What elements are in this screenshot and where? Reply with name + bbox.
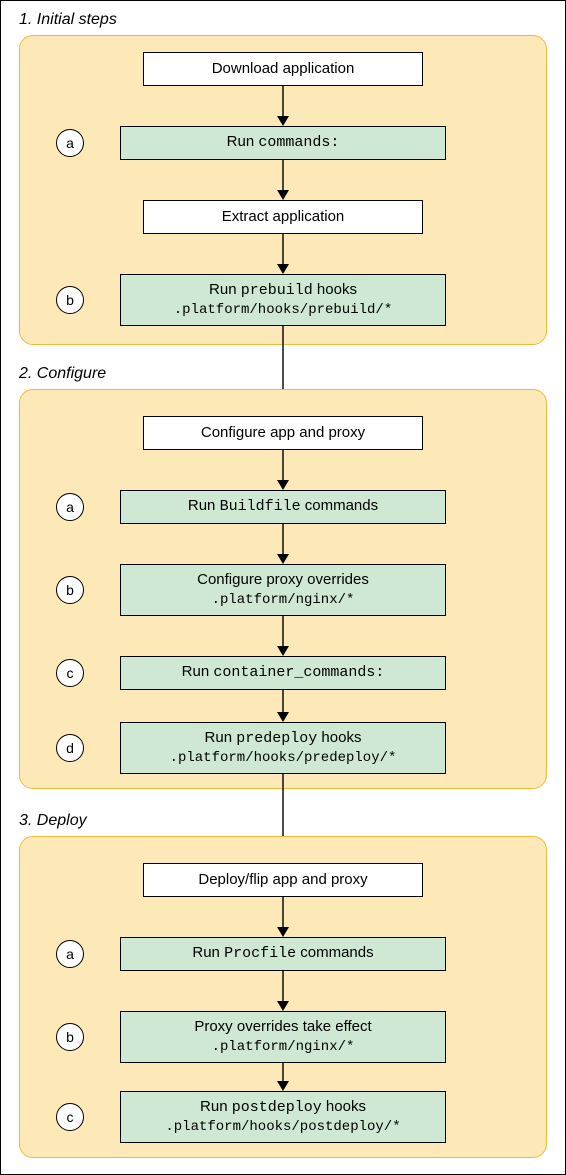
arrow-icon [282,971,284,1011]
box-text: Run container_commands: [182,662,385,683]
box-text: Extract application [222,207,345,227]
box-text: Run predeploy hooks [205,728,362,749]
box-text: Run commands: [227,132,340,153]
step-letter: b [56,1023,84,1051]
box-subtext: .platform/nginx/* [212,1038,355,1057]
arrow-icon [282,450,284,490]
box-text: Run postdeploy hooks [200,1097,366,1118]
arrow-icon [282,1063,284,1091]
section-3: Deploy/flip app and proxy a Run Procfile… [19,836,547,1158]
arrow-icon [282,897,284,937]
step-letter: a [56,940,84,968]
box-subtext: .platform/hooks/predeploy/* [170,749,397,768]
box-text: Run prebuild hooks [209,280,357,301]
arrow-icon [282,616,284,656]
box-container-commands: Run container_commands: [120,656,446,690]
box-buildfile-commands: Run Buildfile commands [120,490,446,524]
box-text: Deploy/flip app and proxy [198,870,367,890]
section-3-title: 3. Deploy [19,812,87,830]
box-proxy-effect: Proxy overrides take effect .platform/ng… [120,1011,446,1063]
box-subtext: .platform/hooks/postdeploy/* [165,1118,400,1137]
step-letter: b [56,286,84,314]
box-deploy-flip: Deploy/flip app and proxy [143,863,423,897]
box-text: Configure app and proxy [201,423,365,443]
box-subtext: .platform/hooks/prebuild/* [174,301,392,320]
diagram-canvas: 1. Initial steps Download application a … [0,0,566,1175]
box-run-commands: Run commands: [120,126,446,160]
box-postdeploy-hooks: Run postdeploy hooks .platform/hooks/pos… [120,1091,446,1143]
arrow-icon [282,86,284,126]
arrow-icon [282,234,284,274]
box-text: Run Buildfile commands [188,496,378,517]
box-download-application: Download application [143,52,423,86]
arrow-icon [282,160,284,200]
box-text: Download application [212,59,355,79]
section-2: Configure app and proxy a Run Buildfile … [19,389,547,789]
box-text: Proxy overrides take effect [194,1017,371,1037]
box-procfile-commands: Run Procfile commands [120,937,446,971]
box-predeploy-hooks: Run predeploy hooks .platform/hooks/pred… [120,722,446,774]
step-letter: b [56,576,84,604]
step-letter: c [56,1103,84,1131]
box-text: Configure proxy overrides [197,570,369,590]
arrow-icon [282,524,284,564]
box-configure-app-proxy: Configure app and proxy [143,416,423,450]
box-subtext: .platform/nginx/* [212,591,355,610]
section-2-title: 2. Configure [19,365,106,383]
box-extract-application: Extract application [143,200,423,234]
box-proxy-overrides: Configure proxy overrides .platform/ngin… [120,564,446,616]
section-1-title: 1. Initial steps [19,11,117,29]
box-text: Run Procfile commands [192,943,373,964]
section-1: Download application a Run commands: Ext… [19,35,547,345]
step-letter: d [56,734,84,762]
step-letter: a [56,493,84,521]
step-letter: a [56,129,84,157]
arrow-icon [282,690,284,722]
box-prebuild-hooks: Run prebuild hooks .platform/hooks/prebu… [120,274,446,326]
step-letter: c [56,659,84,687]
